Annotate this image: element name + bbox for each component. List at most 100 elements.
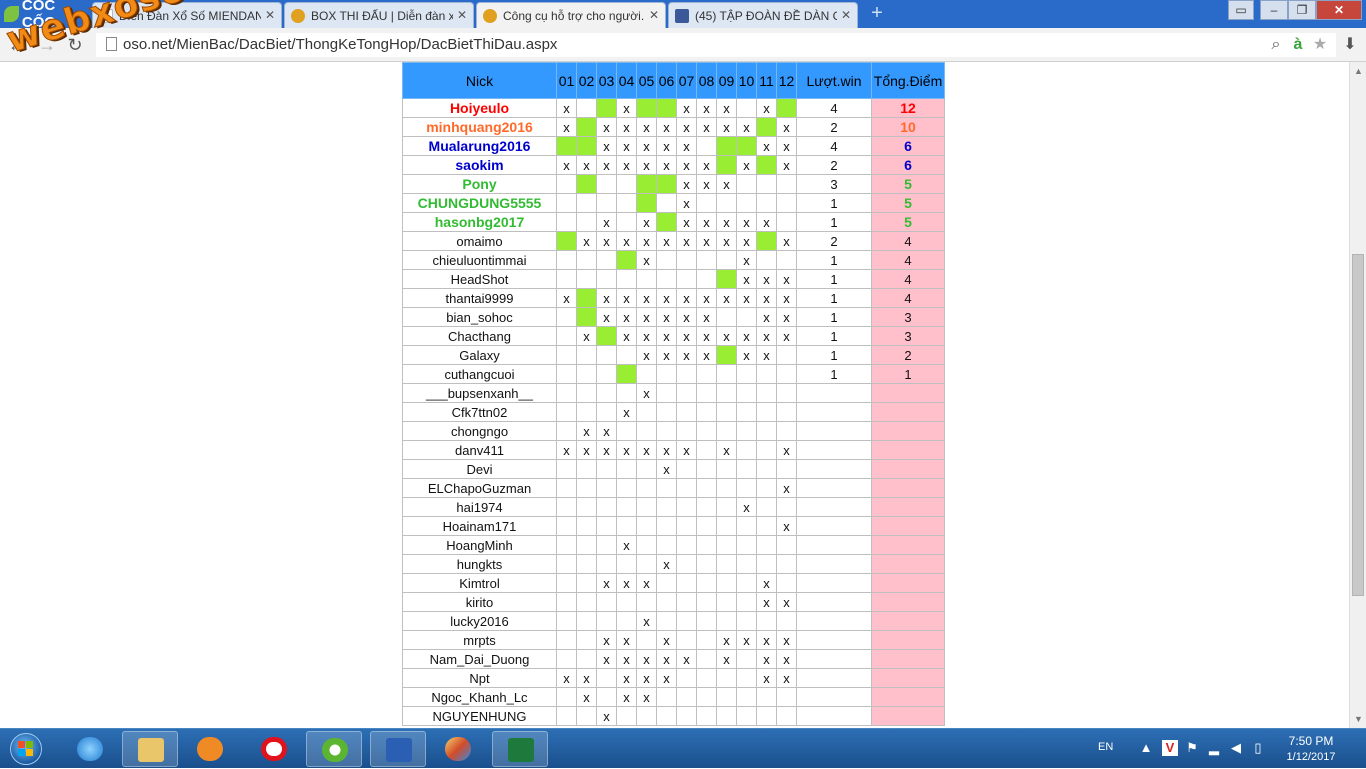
day-cell xyxy=(556,421,577,441)
url-input[interactable]: oso.net/MienBac/DacBiet/ThongKeTongHop/D… xyxy=(96,33,1336,57)
taskbar-paint[interactable] xyxy=(430,731,486,767)
show-hidden-icons-icon[interactable]: ▲ xyxy=(1138,740,1154,756)
day-cell xyxy=(556,269,577,289)
day-cell: x xyxy=(576,668,597,688)
day-cell: x xyxy=(716,98,737,118)
scroll-up-arrow-icon[interactable]: ▲ xyxy=(1354,66,1363,76)
language-indicator[interactable]: EN xyxy=(1098,741,1113,753)
scrollbar-thumb[interactable] xyxy=(1352,254,1364,596)
day-cell xyxy=(716,668,737,688)
tab-title: BOX THI ĐẤU | Diễn đàn xổ... xyxy=(311,8,453,23)
tab-2[interactable]: BOX THI ĐẤU | Diễn đàn xổ... ✕ xyxy=(284,2,474,28)
player-nick: hungkts xyxy=(402,554,557,574)
taskbar-media-player[interactable] xyxy=(182,731,238,767)
day-cell xyxy=(776,459,797,479)
day-cell xyxy=(616,269,637,289)
day-cell: x xyxy=(736,288,757,308)
close-icon[interactable]: ✕ xyxy=(841,8,851,22)
close-icon[interactable]: ✕ xyxy=(265,8,275,22)
day-cell xyxy=(676,535,697,555)
tab-3-active[interactable]: Công cụ hỗ trợ cho người... ✕ xyxy=(476,2,666,28)
player-nick: Nam_Dai_Duong xyxy=(402,649,557,669)
total-points: 3 xyxy=(871,326,945,346)
day-cell xyxy=(716,687,737,707)
tab-4[interactable]: (45) TẬP ĐOÀN ĐỀ DÀN G... ✕ xyxy=(668,2,858,28)
day-cell: x xyxy=(756,649,777,669)
day-cell: x xyxy=(596,307,617,327)
day-cell xyxy=(596,383,617,403)
battery-icon[interactable]: ▯ xyxy=(1250,740,1266,756)
clock-time[interactable]: 7:50 PM xyxy=(1276,734,1346,748)
zoom-icon[interactable]: ⌕ xyxy=(1266,35,1286,55)
volume-icon[interactable]: ◀ xyxy=(1228,740,1244,756)
minimize-button[interactable]: – xyxy=(1260,0,1288,20)
day-cell-win xyxy=(596,326,617,346)
day-cell xyxy=(656,478,677,498)
day-cell xyxy=(776,497,797,517)
day-cell: x xyxy=(636,250,657,270)
day-cell: x xyxy=(596,706,617,726)
day-cell: x xyxy=(616,231,637,251)
player-nick: saokim xyxy=(402,155,557,175)
day-cell xyxy=(616,611,637,631)
day-cell xyxy=(736,383,757,403)
download-icon[interactable]: ⬇ xyxy=(1340,35,1360,55)
day-cell xyxy=(576,535,597,555)
day-cell xyxy=(716,497,737,517)
maximize-button[interactable]: ❐ xyxy=(1288,0,1316,20)
account-button[interactable]: ▭ xyxy=(1228,0,1254,20)
day-cell xyxy=(596,193,617,213)
day-cell xyxy=(756,687,777,707)
scroll-down-arrow-icon[interactable]: ▼ xyxy=(1354,714,1363,724)
day-cell: x xyxy=(756,98,777,118)
facebook-icon xyxy=(675,8,689,23)
taskbar-ie[interactable] xyxy=(62,731,118,767)
day-cell xyxy=(696,421,717,441)
day-cell xyxy=(736,687,757,707)
day-cell xyxy=(716,573,737,593)
day-cell xyxy=(776,345,797,365)
table-row: bian_sohoc x x x x x x x x 1 3 xyxy=(402,307,945,327)
day-cell xyxy=(576,269,597,289)
clock-date[interactable]: 1/12/2017 xyxy=(1276,751,1346,763)
close-window-button[interactable]: ✕ xyxy=(1316,0,1362,20)
taskbar-explorer[interactable] xyxy=(122,731,178,767)
win-count xyxy=(796,706,872,726)
day-cell xyxy=(756,421,777,441)
action-center-flag-icon[interactable]: ⚑ xyxy=(1184,740,1200,756)
bookmark-star-icon[interactable]: ★ xyxy=(1310,35,1330,55)
win-count: 1 xyxy=(796,345,872,365)
total-points: 5 xyxy=(871,174,945,194)
close-icon[interactable]: ✕ xyxy=(457,8,467,22)
day-cell xyxy=(676,668,697,688)
player-nick: danv411 xyxy=(402,440,557,460)
new-tab-button[interactable]: + xyxy=(868,3,886,23)
vertical-scrollbar[interactable]: ▲ ▼ xyxy=(1349,62,1366,728)
day-cell xyxy=(636,706,657,726)
day-cell xyxy=(716,554,737,574)
start-button[interactable] xyxy=(4,730,48,768)
player-nick: ELChapoGuzman xyxy=(402,478,557,498)
taskbar-excel[interactable] xyxy=(492,731,548,767)
total-points xyxy=(871,573,945,593)
table-row: Npt x x x x x x x xyxy=(402,668,945,688)
network-signal-icon[interactable]: ▂ xyxy=(1206,740,1222,756)
close-icon[interactable]: ✕ xyxy=(649,8,659,22)
day-cell: x xyxy=(696,307,717,327)
day-cell xyxy=(696,364,717,384)
day-cell xyxy=(696,706,717,726)
day-cell-win xyxy=(596,98,617,118)
day-cell xyxy=(636,497,657,517)
taskbar-coccoc[interactable] xyxy=(306,731,362,767)
antivirus-icon[interactable]: V xyxy=(1162,740,1178,756)
table-header-row: Nick 01 02 03 04 05 06 07 08 09 10 11 12… xyxy=(402,62,945,99)
day-cell-win xyxy=(756,155,777,175)
day-cell xyxy=(656,573,677,593)
taskbar-opera[interactable] xyxy=(246,731,302,767)
day-cell xyxy=(676,402,697,422)
day-cell xyxy=(736,174,757,194)
day-cell xyxy=(736,554,757,574)
vietnamese-input-icon[interactable]: à xyxy=(1288,35,1308,55)
statistics-table: Nick 01 02 03 04 05 06 07 08 09 10 11 12… xyxy=(402,62,945,726)
taskbar-word[interactable] xyxy=(370,731,426,767)
